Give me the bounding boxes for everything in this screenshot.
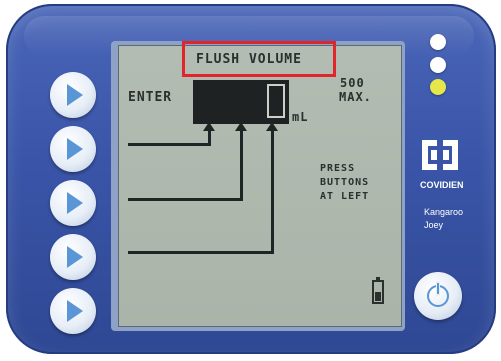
side-button-3[interactable]: [50, 180, 96, 226]
power-button[interactable]: [414, 272, 462, 320]
entry-digit-cursor: [267, 84, 285, 118]
indicator-light-1: [430, 34, 446, 50]
play-triangle-icon: [67, 192, 83, 214]
indicator-light-2: [430, 57, 446, 73]
arrow-up-icon: [235, 122, 247, 131]
side-button-5[interactable]: [50, 288, 96, 334]
unit-label: mL: [292, 110, 309, 124]
instruction-line-1: PRESS: [320, 163, 356, 174]
product-name-line-1: Kangaroo: [424, 207, 464, 217]
covidien-logo-icon: [422, 140, 458, 170]
leader-line-2-vertical: [240, 128, 243, 201]
leader-line-3-horizontal: [128, 251, 274, 254]
play-triangle-icon: [67, 246, 83, 268]
title-highlight-box: [182, 41, 336, 77]
side-button-1[interactable]: [50, 72, 96, 118]
play-triangle-icon: [67, 300, 83, 322]
leader-line-1-horizontal: [128, 143, 211, 146]
battery-icon: [372, 277, 384, 304]
instruction-line-2: BUTTONS: [320, 177, 370, 188]
play-triangle-icon: [67, 84, 83, 106]
play-triangle-icon: [67, 138, 83, 160]
arrow-up-icon: [266, 122, 278, 131]
side-button-2[interactable]: [50, 126, 96, 172]
indicator-light-3: [430, 79, 446, 95]
product-name-line-2: Joey: [424, 220, 444, 230]
side-button-4[interactable]: [50, 234, 96, 280]
max-value: 500: [340, 76, 365, 90]
instruction-line-3: AT LEFT: [320, 191, 370, 202]
leader-line-2-horizontal: [128, 198, 243, 201]
max-label: MAX.: [339, 90, 372, 104]
leader-line-3-vertical: [271, 128, 274, 254]
enter-label: ENTER: [128, 90, 173, 105]
arrow-up-icon: [203, 122, 215, 131]
brand-name: COVIDIEN: [420, 180, 464, 190]
